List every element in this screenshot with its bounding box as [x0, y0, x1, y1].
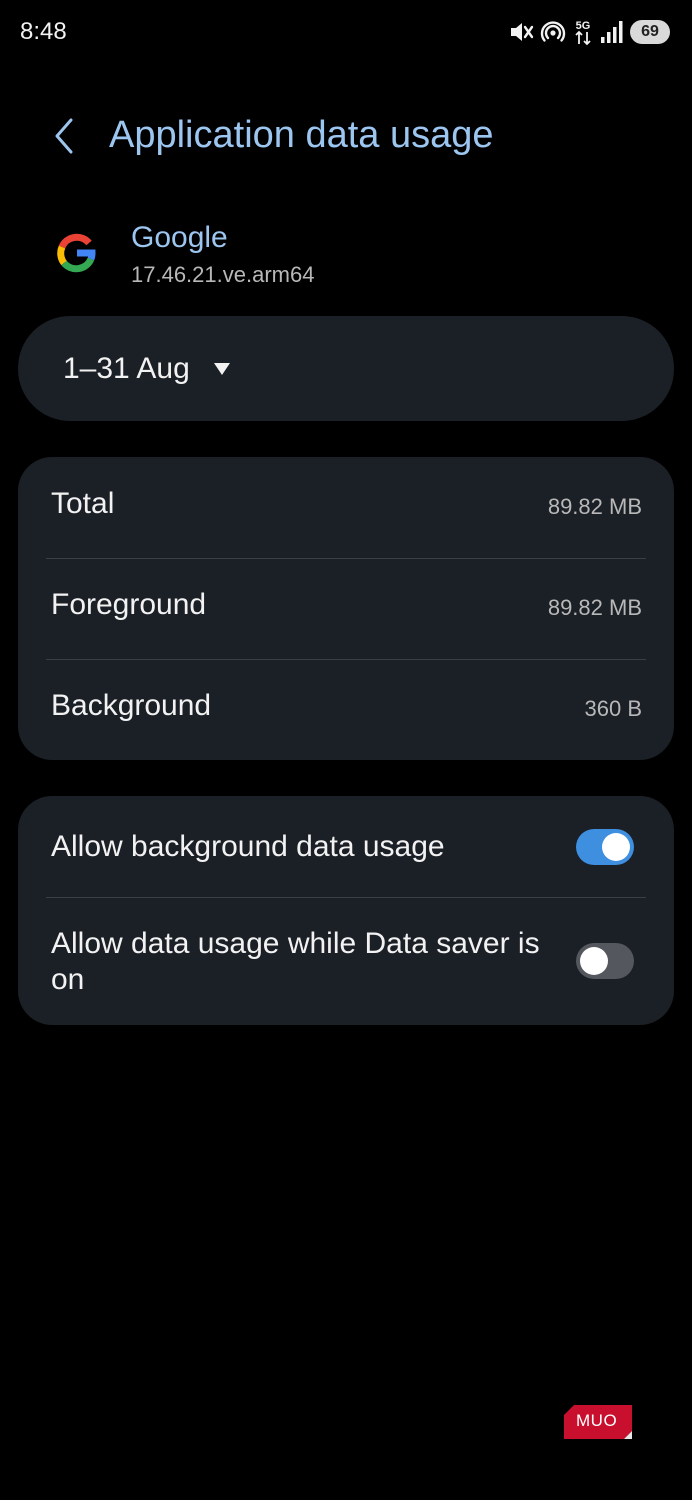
usage-row-foreground[interactable]: Foreground 89.82 MB — [18, 558, 674, 659]
background-data-toggle[interactable] — [576, 829, 634, 865]
date-range-selector[interactable]: 1–31 Aug — [18, 316, 674, 421]
muo-watermark: MUO — [564, 1405, 632, 1439]
dropdown-arrow-icon — [214, 363, 230, 375]
settings-card: Allow background data usage Allow data u… — [18, 796, 674, 1025]
usage-label: Foreground — [51, 588, 207, 621]
usage-label: Background — [51, 689, 212, 722]
google-logo-icon — [57, 233, 96, 273]
mute-icon — [508, 19, 534, 45]
status-time: 8:48 — [20, 18, 67, 45]
setting-label: Allow data usage while Data saver is on — [51, 927, 540, 996]
toggle-knob — [580, 947, 608, 975]
app-info: Google 17.46.21.ve.arm64 — [0, 215, 692, 305]
app-bar: Application data usage — [0, 100, 692, 172]
date-range-label: 1–31 Aug — [63, 352, 190, 385]
toggle-knob — [602, 833, 630, 861]
mobile-data-icon: 5G — [572, 18, 594, 46]
usage-value: 360 B — [584, 696, 643, 721]
signal-icon — [600, 19, 624, 45]
status-icons: 5G 69 — [508, 17, 670, 47]
usage-row-total[interactable]: Total 89.82 MB — [18, 457, 674, 558]
page-title: Application data usage — [109, 114, 494, 156]
setting-data-saver[interactable]: Allow data usage while Data saver is on — [18, 897, 674, 1025]
watermark-text: MUO — [576, 1411, 618, 1430]
usage-value: 89.82 MB — [547, 595, 642, 620]
usage-label: Total — [51, 487, 115, 520]
setting-background-data[interactable]: Allow background data usage — [18, 796, 674, 897]
chevron-left-icon — [55, 118, 73, 154]
setting-label: Allow background data usage — [51, 830, 445, 863]
hotspot-icon — [540, 19, 566, 45]
status-bar: 8:48 5G 69 — [0, 0, 692, 66]
usage-row-background[interactable]: Background 360 B — [18, 659, 674, 760]
back-button[interactable] — [40, 112, 88, 160]
usage-value: 89.82 MB — [547, 494, 642, 519]
usage-card: Total 89.82 MB Foreground 89.82 MB Backg… — [18, 457, 674, 760]
app-name: Google — [131, 221, 228, 254]
app-version: 17.46.21.ve.arm64 — [131, 262, 315, 287]
battery-icon: 69 — [630, 20, 670, 44]
network-type-label: 5G — [576, 20, 591, 32]
data-saver-toggle[interactable] — [576, 943, 634, 979]
